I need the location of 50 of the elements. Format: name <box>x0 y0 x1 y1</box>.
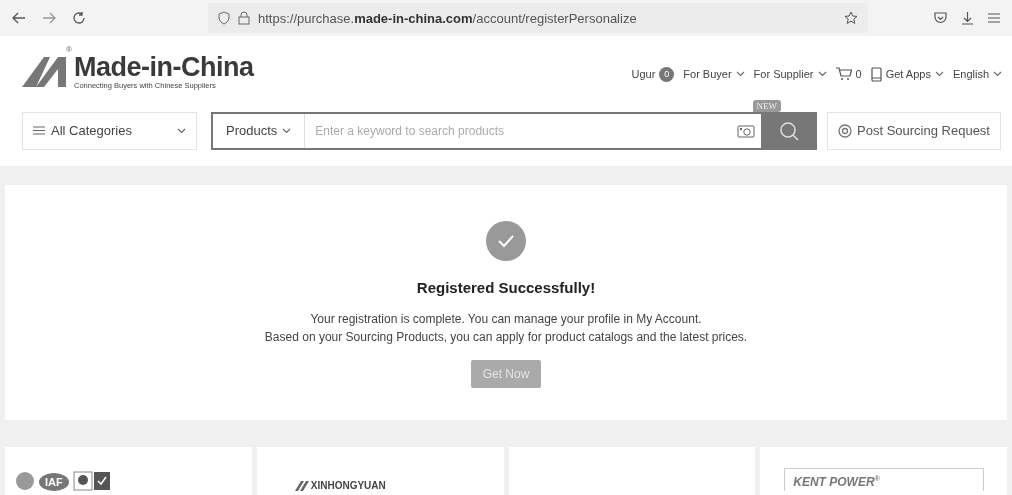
pocket-icon[interactable] <box>934 12 947 24</box>
search-field[interactable]: Products Enter a keyword to search products <box>211 111 817 150</box>
get-apps-link[interactable]: Get Apps <box>885 68 944 80</box>
menu-icon <box>33 126 45 135</box>
search-button[interactable] <box>761 111 817 150</box>
phone-icon <box>870 66 882 82</box>
nav-menu-link[interactable]: For Buyer <box>683 68 745 80</box>
success-check-icon <box>486 221 526 261</box>
address-bar[interactable]: https://purchase.made-in-china.com/account/registerPersonalize <box>208 3 868 33</box>
star-icon[interactable] <box>844 11 858 25</box>
post-sourcing-request-button[interactable]: Post Sourcing Request <box>827 111 1001 150</box>
message-text: Based on your Sourcing Products, you can apply for product catalogs and the latest prices. <box>264 329 748 346</box>
seal-icon <box>15 471 35 491</box>
lock-icon <box>238 11 250 25</box>
certification-logo: IAF <box>39 473 69 491</box>
brand-logo-text: KENT POWER$^{®}$ <box>784 468 985 491</box>
chevron-down-icon <box>177 127 186 134</box>
reload-icon[interactable] <box>72 11 86 25</box>
new-badge: NEW <box>752 99 781 112</box>
back-icon[interactable] <box>12 12 26 24</box>
success-title: Registered Successfully! <box>416 279 596 296</box>
cart-count: 0 <box>855 68 862 80</box>
url-text: https://purchase.made-in-china.com/account/registerPersonalize <box>258 10 637 26</box>
chevron-down-icon <box>735 71 745 77</box>
chevron-down-icon <box>817 71 827 77</box>
brand-logo-text: XINHONGYUAN <box>310 480 386 491</box>
forward-icon[interactable] <box>42 12 56 24</box>
cart-icon[interactable] <box>835 67 852 81</box>
search-icon <box>779 120 799 141</box>
brand-mark-icon <box>294 480 309 491</box>
supplier-card[interactable]: KENT POWER$^{®}$ <box>760 447 1007 495</box>
scope-dropdown[interactable]: Products <box>213 113 306 148</box>
chevron-down-icon <box>993 71 1002 77</box>
nav-menu-link[interactable]: English <box>952 68 1002 80</box>
user-name-link[interactable]: Ugur <box>631 68 656 80</box>
category-dropdown[interactable]: All Categories <box>22 111 197 150</box>
logo-text: Made-in-China <box>74 52 254 81</box>
nav-menu-link[interactable]: For Supplier <box>753 68 827 80</box>
chevron-down-icon <box>934 71 944 77</box>
shield-icon <box>218 11 230 25</box>
registered-mark: ® <box>66 44 72 54</box>
message-count-badge: 0 <box>659 66 675 82</box>
target-icon <box>838 123 852 138</box>
camera-icon[interactable] <box>737 123 755 138</box>
message-text: Your registration is complete. You can manage your profile in My Account. <box>309 311 703 328</box>
certificate-icon <box>72 471 113 491</box>
supplier-card[interactable]: XINHONGYUAN <box>256 447 504 495</box>
supplier-card[interactable]: IAF <box>5 447 252 495</box>
download-icon[interactable] <box>961 11 974 25</box>
chevron-down-icon <box>282 127 292 134</box>
